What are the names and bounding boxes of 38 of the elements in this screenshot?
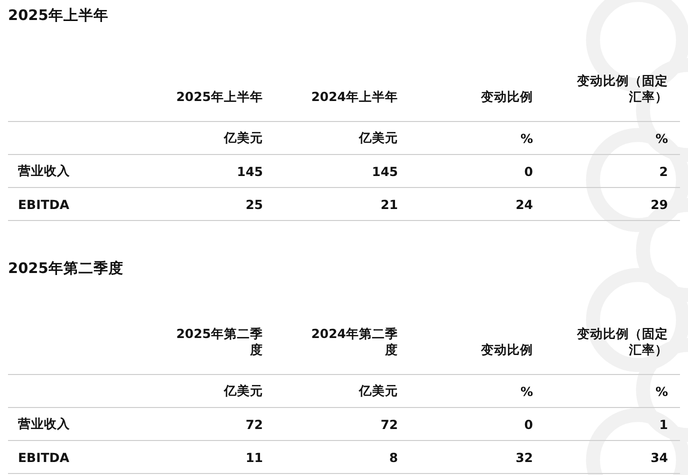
table-cell: 8 (389, 450, 398, 464)
row-label: 营业收入 (18, 416, 70, 432)
table-cell: 1 (659, 416, 668, 432)
column-header: 2025年上半年 (176, 89, 263, 105)
column-header: 变动比例（固定汇率） (576, 73, 668, 105)
row-label: EBITDA (18, 196, 70, 212)
table-cell: % (655, 130, 668, 146)
table-cell: 25 (246, 196, 263, 212)
column-header: 2024年第二季度 (310, 326, 398, 358)
table-cell: 21 (380, 196, 398, 212)
column-header: 变动比例（固定汇率） (576, 326, 668, 358)
table-cell: % (520, 384, 533, 398)
table-cell: 145 (372, 164, 398, 178)
table-cell: 32 (516, 450, 533, 464)
table-cell: 11 (246, 450, 263, 464)
column-header: 2024年上半年 (311, 89, 398, 105)
table-cell: 2 (659, 164, 668, 178)
table-cell: 0 (524, 416, 533, 432)
section-title: 2025年第二季度 (8, 259, 124, 279)
table-cell: 亿美元 (224, 382, 263, 400)
row-label: 营业收入 (18, 162, 70, 180)
row-label: EBITDA (18, 450, 70, 464)
table-cell: 亿美元 (359, 382, 398, 400)
section-title: 2025年上半年 (8, 6, 108, 26)
table-cell: 0 (524, 164, 533, 178)
column-header: 变动比例 (481, 342, 533, 358)
table-cell: % (655, 384, 668, 398)
table-cell: 29 (650, 196, 668, 212)
table-cell: 72 (380, 416, 398, 432)
table-cell: 亿美元 (224, 130, 263, 146)
table-cell: 34 (650, 450, 668, 464)
table-cell: % (520, 130, 533, 146)
table-cell: 24 (516, 196, 533, 212)
column-header: 变动比例 (481, 89, 533, 105)
column-header: 2025年第二季度 (175, 326, 263, 358)
table-cell: 145 (236, 164, 263, 178)
table-cell: 亿美元 (359, 130, 398, 146)
table-cell: 72 (246, 416, 263, 432)
